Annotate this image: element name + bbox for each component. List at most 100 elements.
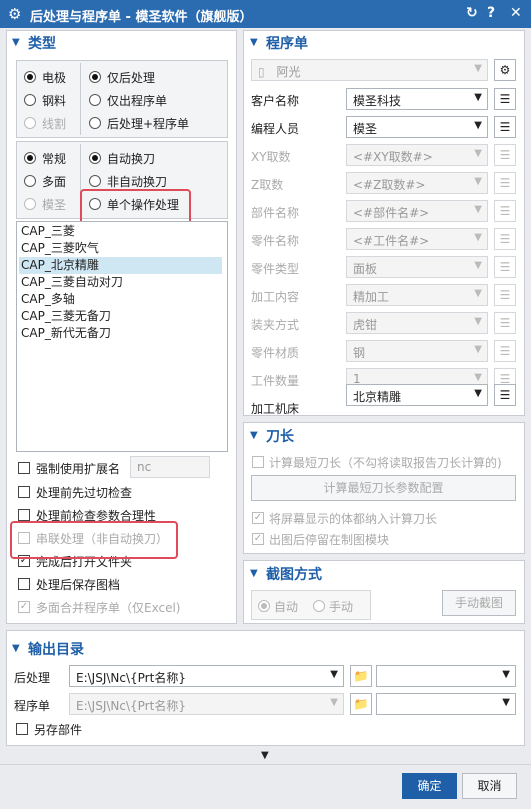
material-select: 钢 ▼ bbox=[346, 340, 488, 362]
post-processor-list[interactable]: CAP_三菱 CAP_三菱吹气 CAP_北京精雕 CAP_三菱自动对刀 CAP_… bbox=[16, 221, 228, 452]
save-drawing-checkbox[interactable] bbox=[18, 578, 30, 590]
template-select[interactable]: ▯ 阿光 ▼ bbox=[251, 59, 488, 81]
radio-electrode[interactable] bbox=[24, 71, 36, 83]
radio-multiface-label: 多面 bbox=[42, 175, 67, 189]
list-edit-icon[interactable]: ☰ bbox=[494, 384, 516, 406]
radio-normal-label: 常规 bbox=[42, 152, 67, 166]
merge-sheet-checkbox: ✓ bbox=[18, 601, 30, 613]
list-edit-icon: ☰ bbox=[494, 228, 516, 250]
list-item-selected[interactable]: CAP_北京精雕 bbox=[19, 257, 222, 274]
radio-normal[interactable] bbox=[24, 152, 36, 164]
overcut-check-checkbox[interactable] bbox=[18, 486, 30, 498]
radio-auto-toolchange[interactable] bbox=[89, 152, 101, 164]
radio-multiface[interactable] bbox=[24, 175, 36, 187]
component-name-value: <#工件名#> bbox=[353, 234, 430, 248]
type-section-title: 类型 bbox=[28, 36, 56, 52]
part-name-label: 部件名称 bbox=[251, 206, 300, 220]
programmer-value: 模圣 bbox=[353, 122, 378, 136]
xy-select: <#XY取数#> ▼ bbox=[346, 144, 488, 166]
radio-post-and-sheet[interactable] bbox=[89, 117, 101, 129]
customer-label: 客户名称 bbox=[251, 94, 300, 108]
chevron-down-icon: ▼ bbox=[474, 92, 482, 103]
template-value: 阿光 bbox=[276, 65, 301, 79]
radio-sheet-only[interactable] bbox=[89, 94, 101, 106]
radio-post-only-label: 仅后处理 bbox=[107, 71, 156, 85]
collapse-icon[interactable]: ▼ bbox=[250, 430, 258, 441]
group-divider bbox=[80, 63, 81, 135]
radio-manual-screenshot bbox=[313, 600, 325, 612]
radio-auto-toolchange-label: 自动换刀 bbox=[107, 152, 156, 166]
post-name-select[interactable]: ▼ bbox=[376, 665, 516, 687]
force-ext-label: 强制使用扩展名 bbox=[36, 462, 121, 476]
collapse-icon[interactable]: ▼ bbox=[250, 568, 258, 579]
calc-shortest-label: 计算最短刀长（不勾将读取报告刀长计算的) bbox=[269, 456, 502, 470]
document-icon: ▯ bbox=[258, 65, 265, 79]
collapse-icon[interactable]: ▼ bbox=[12, 37, 20, 48]
save-part-checkbox[interactable] bbox=[16, 723, 28, 735]
list-item[interactable]: CAP_三菱无备刀 bbox=[19, 308, 222, 325]
chevron-down-icon: ▼ bbox=[474, 63, 482, 74]
reset-icon[interactable]: ↻ bbox=[466, 5, 478, 21]
help-icon[interactable]: ? bbox=[487, 5, 495, 21]
sheet-dir-label: 程序单 bbox=[14, 699, 51, 713]
clamping-value: 虎钳 bbox=[353, 318, 378, 332]
collapse-icon[interactable]: ▼ bbox=[250, 37, 258, 48]
z-value: <#Z取数#> bbox=[353, 178, 426, 192]
radio-post-only[interactable] bbox=[89, 71, 101, 83]
close-icon[interactable]: ✕ bbox=[510, 5, 522, 21]
screenshot-section-title: 截图方式 bbox=[266, 567, 322, 583]
chevron-down-icon: ▼ bbox=[474, 204, 482, 215]
open-folder-icon[interactable]: 📁 bbox=[350, 693, 372, 715]
list-item[interactable]: CAP_三菱自动对刀 bbox=[19, 274, 222, 291]
collapse-icon[interactable]: ▼ bbox=[12, 643, 20, 654]
list-item[interactable]: CAP_三菱 bbox=[19, 223, 222, 240]
list-edit-icon: ☰ bbox=[494, 172, 516, 194]
sheet-name-select[interactable]: ▼ bbox=[376, 693, 516, 715]
list-item[interactable]: CAP_多轴 bbox=[19, 291, 222, 308]
include-body-label: 将屏幕显示的体都纳入计算刀长 bbox=[269, 512, 438, 526]
highlight-box bbox=[10, 521, 178, 559]
quantity-label: 工件数量 bbox=[251, 374, 300, 388]
post-dir-value: E:\JSJ\Nc\{Prt名称} bbox=[76, 671, 186, 685]
ok-button[interactable]: 确定 bbox=[402, 773, 457, 799]
list-edit-icon: ☰ bbox=[494, 340, 516, 362]
stay-drafting-checkbox: ✓ bbox=[252, 533, 264, 545]
programmer-label: 编程人员 bbox=[251, 122, 300, 136]
radio-wirecut-label: 线割 bbox=[42, 117, 67, 131]
expand-more-icon[interactable]: ▼ bbox=[261, 750, 269, 761]
part-type-value: 面板 bbox=[353, 262, 378, 276]
chevron-down-icon: ▼ bbox=[474, 120, 482, 131]
title-bar[interactable]: ⚙ 后处理与程序单 - 模圣软件（旗舰版） ↻ ? ✕ bbox=[0, 0, 531, 28]
chevron-down-icon: ▼ bbox=[502, 697, 510, 708]
list-edit-icon: ☰ bbox=[494, 284, 516, 306]
radio-steel-label: 钢料 bbox=[42, 94, 67, 108]
list-edit-icon: ☰ bbox=[494, 200, 516, 222]
list-edit-icon[interactable]: ☰ bbox=[494, 88, 516, 110]
open-folder-icon[interactable]: 📁 bbox=[350, 665, 372, 687]
chevron-down-icon: ▼ bbox=[502, 669, 510, 680]
include-body-checkbox: ✓ bbox=[252, 512, 264, 524]
radio-manual-toolchange[interactable] bbox=[89, 175, 101, 187]
list-edit-icon: ☰ bbox=[494, 312, 516, 334]
list-item[interactable]: CAP_三菱吹气 bbox=[19, 240, 222, 257]
sheet-dir-value: E:\JSJ\Nc\{Prt名称} bbox=[76, 699, 186, 713]
material-label: 零件材质 bbox=[251, 346, 300, 360]
z-label: Z取数 bbox=[251, 178, 284, 192]
gear-icon: ⚙ bbox=[8, 5, 22, 23]
stay-drafting-label: 出图后停留在制图模块 bbox=[269, 533, 390, 547]
machine-select[interactable]: 北京精雕 ▼ bbox=[346, 384, 488, 406]
extension-input[interactable]: nc bbox=[130, 456, 210, 478]
customer-select[interactable]: 模圣科技 ▼ bbox=[346, 88, 488, 110]
list-item[interactable]: CAP_新代无备刀 bbox=[19, 325, 222, 342]
radio-steel[interactable] bbox=[24, 94, 36, 106]
force-ext-checkbox[interactable] bbox=[18, 462, 30, 474]
sheet-dir-select: E:\JSJ\Nc\{Prt名称} ▼ bbox=[69, 693, 344, 715]
programmer-select[interactable]: 模圣 ▼ bbox=[346, 116, 488, 138]
radio-post-and-sheet-label: 后处理+程序单 bbox=[107, 117, 190, 131]
list-edit-icon[interactable]: ☰ bbox=[494, 116, 516, 138]
param-check-checkbox[interactable] bbox=[18, 509, 30, 521]
radio-wirecut bbox=[24, 117, 36, 129]
settings-gear-icon[interactable]: ⚙ bbox=[494, 59, 516, 81]
cancel-button[interactable]: 取消 bbox=[462, 773, 517, 799]
post-dir-select[interactable]: E:\JSJ\Nc\{Prt名称} ▼ bbox=[69, 665, 344, 687]
